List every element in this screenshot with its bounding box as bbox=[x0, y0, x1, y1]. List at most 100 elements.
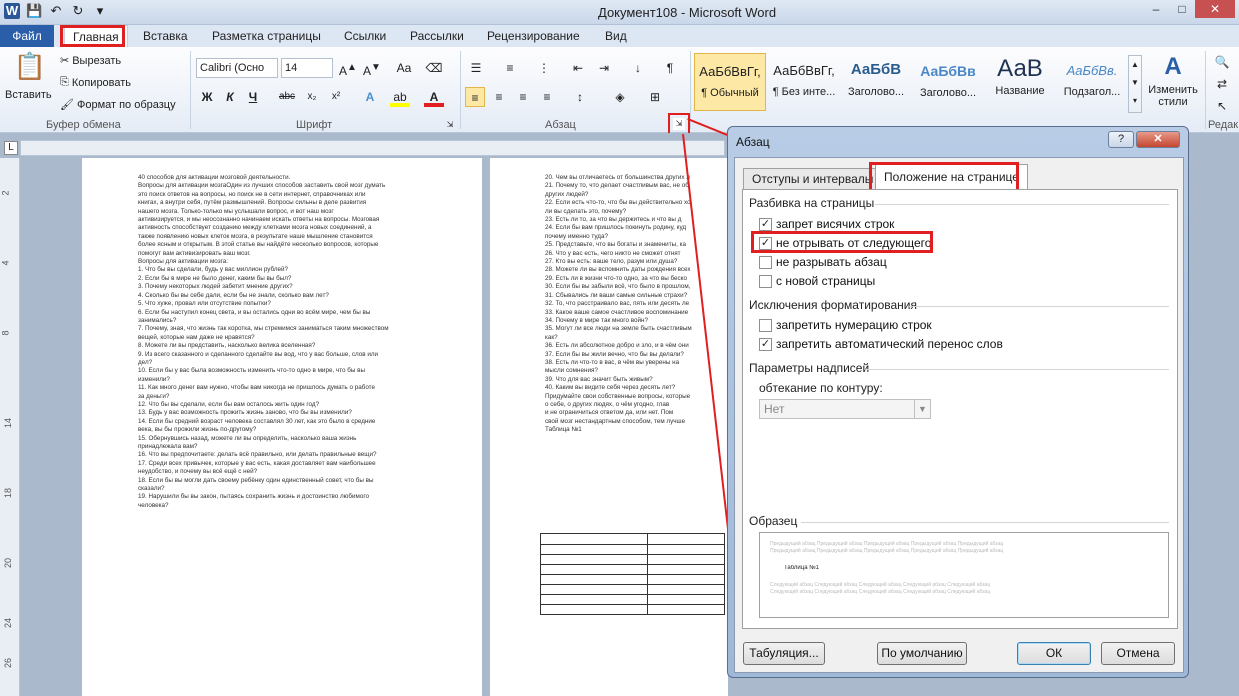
preview-box: Предыдущий абзац Предыдущий абзац Предыд… bbox=[759, 532, 1169, 618]
tab-indents-spacing[interactable]: Отступы и интервалы bbox=[743, 168, 883, 190]
group-divider bbox=[1205, 51, 1206, 129]
clear-format-icon[interactable]: ⌫ bbox=[424, 58, 444, 78]
copy-icon: ⎘ bbox=[60, 76, 69, 88]
italic-icon[interactable]: К bbox=[220, 87, 240, 107]
grow-font-icon[interactable]: A▲ bbox=[338, 58, 358, 78]
shading-icon[interactable]: ◈ bbox=[610, 87, 630, 107]
text-effects-icon[interactable]: A bbox=[360, 87, 380, 107]
document-line: вещей, которые нам даже не нравятся? bbox=[138, 333, 255, 341]
tabs-button[interactable]: Табуляция... bbox=[743, 642, 825, 665]
bold-icon[interactable]: Ж bbox=[197, 87, 217, 107]
strikethrough-icon[interactable]: abc bbox=[277, 87, 297, 107]
checkbox-box bbox=[759, 255, 772, 269]
tab-view[interactable]: Вид bbox=[605, 25, 627, 47]
document-line: занимались? bbox=[138, 316, 177, 324]
font-size-select[interactable]: 14 bbox=[281, 58, 333, 78]
document-line: 2. Если бы в мире не было денег, каким б… bbox=[138, 274, 292, 282]
document-line: 31. Сбывались ли ваши самые сильные стра… bbox=[545, 291, 688, 299]
tab-file[interactable]: Файл bbox=[0, 25, 54, 47]
document-line: о себе, о других людях, о чём угодно, гл… bbox=[545, 400, 670, 408]
style-title[interactable]: АаВ Название bbox=[984, 53, 1056, 111]
tab-insert[interactable]: Вставка bbox=[143, 25, 188, 47]
line-spacing-icon[interactable]: ↕ bbox=[570, 87, 590, 107]
document-line: 32. То, что расстраивало вас, пять или д… bbox=[545, 300, 690, 308]
page-break-before-checkbox[interactable]: с новой страницы bbox=[759, 274, 875, 288]
document-line: 4. Сколько бы вы себе дали, если бы не з… bbox=[138, 291, 329, 299]
style-heading-1[interactable]: АаБбВ Заголово... bbox=[840, 53, 912, 111]
superscript-icon[interactable]: x² bbox=[326, 87, 346, 107]
horizontal-ruler[interactable] bbox=[20, 140, 725, 156]
styles-scroll-icon[interactable]: ▲ ▼ ▾ bbox=[1128, 55, 1142, 113]
document-line: века, вы бы прожили жизнь по-другому? bbox=[138, 426, 257, 434]
underline-icon[interactable]: Ч bbox=[243, 87, 263, 107]
help-button[interactable]: ? bbox=[1108, 131, 1134, 148]
vertical-ruler[interactable]: 248 14 18 20 24 26 bbox=[0, 158, 20, 696]
paste-label[interactable]: Вставить bbox=[5, 89, 52, 101]
undo-icon[interactable]: ↶ bbox=[48, 3, 64, 19]
widow-control-checkbox[interactable]: ✓ запрет висячих строк bbox=[759, 217, 894, 231]
tab-references[interactable]: Ссылки bbox=[344, 25, 386, 47]
font-name-select[interactable]: Calibri (Осно bbox=[196, 58, 278, 78]
borders-icon[interactable]: ⊞ bbox=[645, 87, 665, 107]
align-right-icon[interactable]: ≡ bbox=[513, 87, 533, 107]
paste-button[interactable]: 📋 bbox=[10, 51, 50, 82]
change-styles-label: Изменить стили bbox=[1148, 84, 1198, 108]
style-subtitle[interactable]: АаБбВв. Подзагол... bbox=[1056, 53, 1128, 111]
tab-review[interactable]: Рецензирование bbox=[487, 25, 580, 47]
tab-mailings[interactable]: Рассылки bbox=[410, 25, 464, 47]
find-icon[interactable]: 🔍 bbox=[1212, 52, 1232, 72]
highlight-icon[interactable]: ab bbox=[390, 87, 410, 107]
save-icon[interactable]: 💾 bbox=[26, 3, 42, 19]
style-no-spacing[interactable]: АаБбВвГг, ¶ Без инте... bbox=[768, 53, 840, 111]
tab-page-layout[interactable]: Разметка страницы bbox=[212, 25, 321, 47]
font-color-icon[interactable]: A bbox=[424, 87, 444, 107]
change-case-icon[interactable]: Aa bbox=[394, 58, 414, 78]
keep-lines-together-checkbox[interactable]: не разрывать абзац bbox=[759, 255, 887, 269]
document-page-2[interactable]: 20. Чем вы отличаетесь от большинства др… bbox=[490, 158, 728, 696]
numbering-icon[interactable]: ≡ bbox=[500, 58, 520, 78]
font-dialog-launcher-icon[interactable]: ⇲ bbox=[444, 119, 456, 131]
close-window-button[interactable]: ✕ bbox=[1195, 0, 1235, 18]
checkbox-box: ✓ bbox=[759, 217, 772, 231]
document-line: 17. Среди всех привычек, которые у вас е… bbox=[138, 459, 376, 467]
set-default-button[interactable]: По умолчанию bbox=[877, 642, 967, 665]
align-center-icon[interactable]: ≡ bbox=[489, 87, 509, 107]
quick-access-toolbar: W 💾 ↶ ↻ ▾ bbox=[4, 3, 108, 19]
suppress-line-numbers-checkbox[interactable]: запретить нумерацию строк bbox=[759, 318, 932, 332]
customize-qat-icon[interactable]: ▾ bbox=[92, 3, 108, 19]
ok-button[interactable]: ОК bbox=[1017, 642, 1091, 665]
cancel-button[interactable]: Отмена bbox=[1101, 642, 1175, 665]
style-heading-2[interactable]: АаБбВв Заголово... bbox=[912, 53, 984, 111]
preview-next-text: Следующий абзац Следующий абзац Следующи… bbox=[770, 589, 991, 595]
replace-icon[interactable]: ⇄ bbox=[1212, 74, 1232, 94]
dialog-close-button[interactable]: ✕ bbox=[1136, 131, 1180, 148]
document-line: 28. Можете ли вы вспомнить даты рождения… bbox=[545, 266, 691, 274]
format-painter-button[interactable]: 🖌 Формат по образцу bbox=[60, 98, 176, 112]
checkbox-label: запретить нумерацию строк bbox=[776, 318, 932, 332]
no-hyphenation-checkbox[interactable]: ✓ запретить автоматический перенос слов bbox=[759, 337, 1003, 351]
redo-icon[interactable]: ↻ bbox=[70, 3, 86, 19]
increase-indent-icon[interactable]: ⇥ bbox=[594, 58, 614, 78]
word-app-icon[interactable]: W bbox=[4, 3, 20, 19]
style-normal[interactable]: АаБбВвГг, ¶ Обычный bbox=[694, 53, 766, 111]
select-icon[interactable]: ↖ bbox=[1212, 96, 1232, 116]
document-line: 3. Почему некоторых людей забетит мнение… bbox=[138, 283, 293, 291]
document-table[interactable] bbox=[540, 533, 725, 615]
justify-icon[interactable]: ≡ bbox=[537, 87, 557, 107]
cut-button[interactable]: ✂ Вырезать bbox=[60, 54, 121, 68]
decrease-indent-icon[interactable]: ⇤ bbox=[568, 58, 588, 78]
shrink-font-icon[interactable]: A▼ bbox=[362, 58, 382, 78]
show-marks-icon[interactable]: ¶ bbox=[660, 58, 680, 78]
subscript-icon[interactable]: x₂ bbox=[302, 87, 322, 107]
document-page-1[interactable]: 40 способов для активации мозговой деяте… bbox=[82, 158, 482, 696]
sort-icon[interactable]: ↓ bbox=[628, 58, 648, 78]
tab-selector-icon[interactable]: L bbox=[4, 141, 18, 155]
minimize-button[interactable]: – bbox=[1143, 0, 1169, 18]
copy-button[interactable]: ⎘ Копировать bbox=[60, 76, 131, 89]
document-line: и не ограничиться ответом да, или нет. П… bbox=[545, 409, 674, 417]
change-styles-button[interactable]: A Изменить стили bbox=[1148, 53, 1198, 108]
multilevel-list-icon[interactable]: ⋮ bbox=[534, 58, 554, 78]
maximize-button[interactable]: □ bbox=[1169, 0, 1195, 18]
bullets-icon[interactable]: ☰ bbox=[466, 58, 486, 78]
align-left-icon[interactable]: ≡ bbox=[465, 87, 485, 107]
